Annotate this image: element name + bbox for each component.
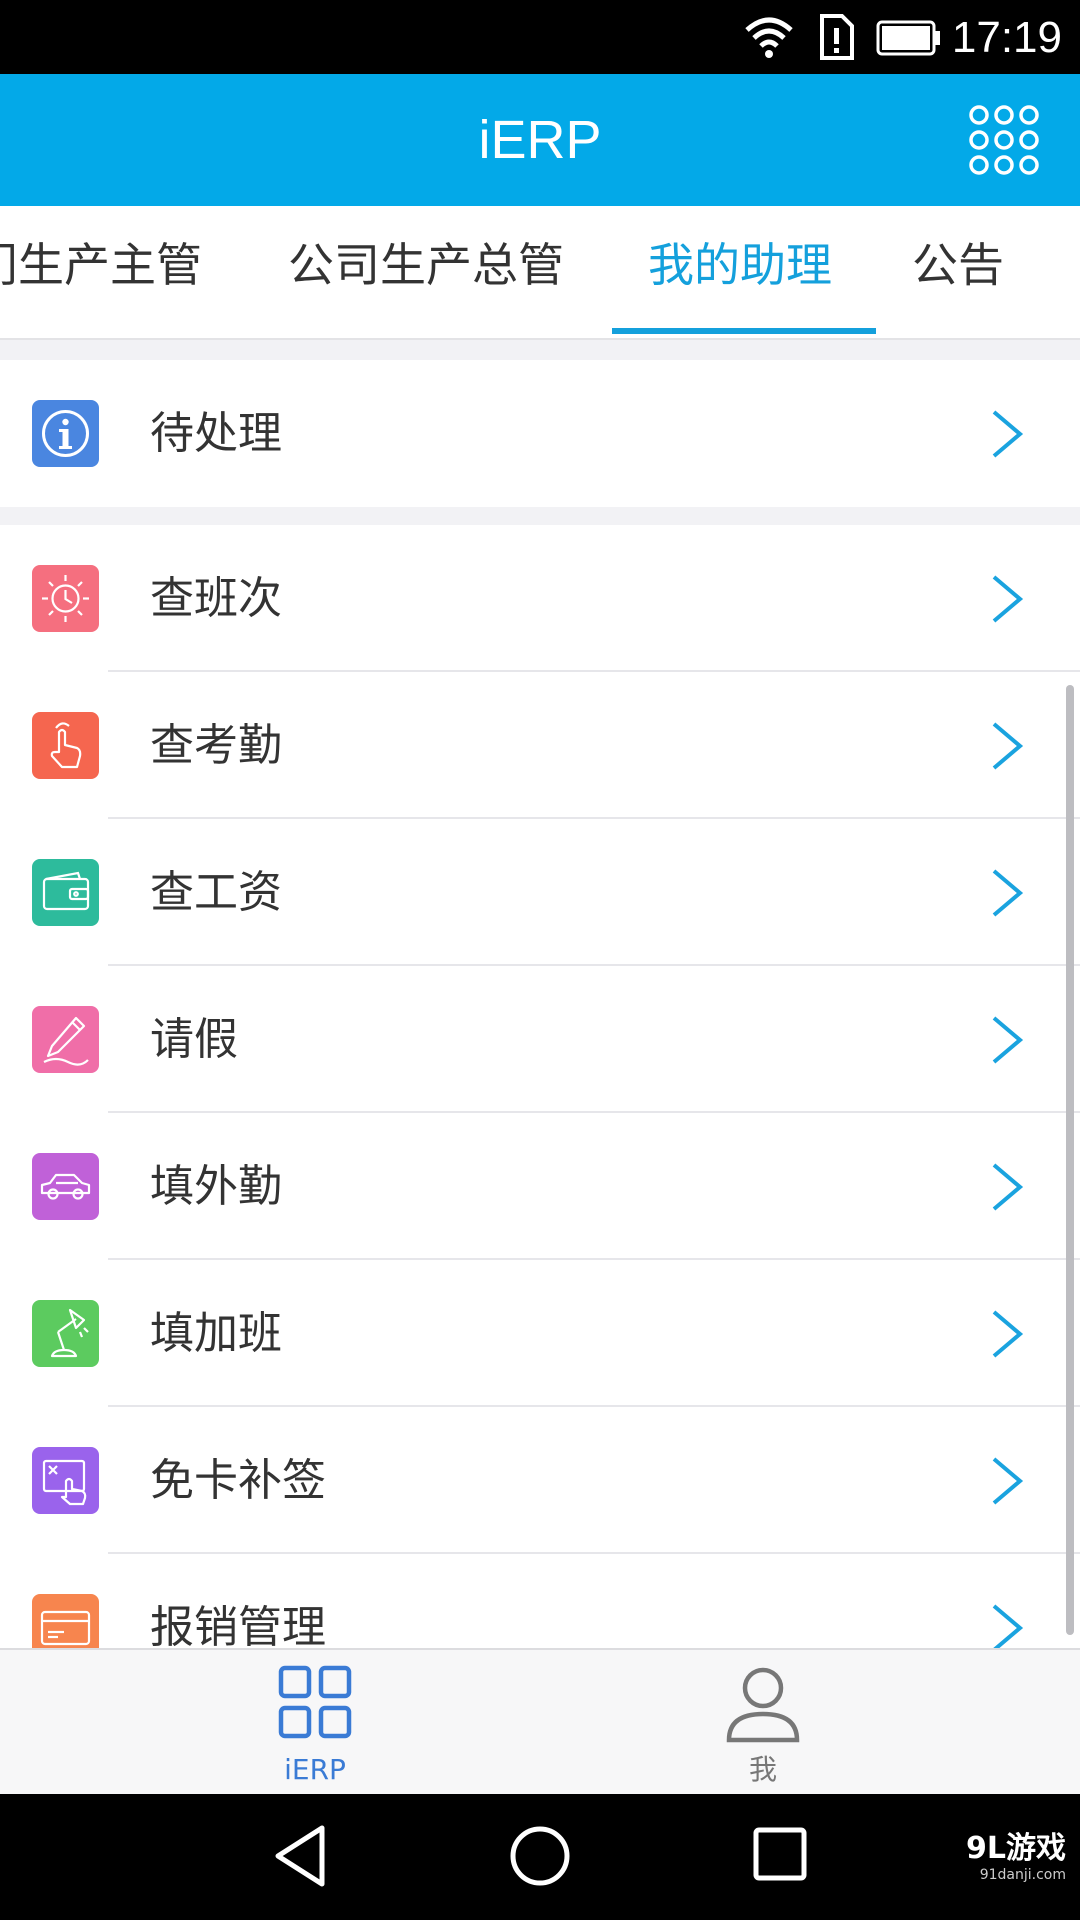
list-item-label: 待处理	[150, 408, 282, 459]
tab-my-assistant[interactable]: 我的助理	[648, 206, 832, 338]
info-icon	[32, 400, 99, 467]
tab-dept-production[interactable]: 门生产主管	[0, 206, 202, 338]
pending-section: 待处理	[0, 360, 1080, 507]
back-icon[interactable]	[272, 1824, 328, 1888]
grid-dots-icon	[969, 105, 1039, 175]
desk-lamp-icon	[32, 1300, 99, 1367]
home-icon[interactable]	[508, 1824, 572, 1888]
pen-icon	[32, 1006, 99, 1073]
person-icon	[726, 1667, 800, 1743]
list-item-label: 查工资	[150, 867, 282, 918]
list-item-shift[interactable]: 查班次	[0, 525, 1080, 672]
touch-hand-icon	[32, 712, 99, 779]
app-title: iERP	[478, 110, 602, 170]
chevron-right-icon	[992, 575, 1024, 623]
list-item-pending[interactable]: 待处理	[0, 360, 1080, 507]
card-tap-icon	[32, 1447, 99, 1514]
grid-menu-button[interactable]	[968, 104, 1040, 176]
nav-item-ierp[interactable]: iERP	[215, 1650, 415, 1796]
chevron-right-icon	[992, 1016, 1024, 1064]
chevron-right-icon	[992, 869, 1024, 917]
list-item-field-work[interactable]: 填外勤	[0, 1113, 1080, 1260]
list-scrollbar[interactable]	[1066, 685, 1074, 1635]
recents-icon[interactable]	[752, 1826, 808, 1882]
wallet-icon	[32, 859, 99, 926]
list-item-attendance[interactable]: 查考勤	[0, 672, 1080, 819]
apps-grid-icon	[278, 1665, 352, 1739]
list-item-overtime[interactable]: 填加班	[0, 1260, 1080, 1407]
tab-announcements[interactable]: 公告	[912, 206, 1004, 338]
list-item-expense[interactable]: 报销管理	[0, 1554, 1080, 1648]
nav-label: 我	[748, 1753, 777, 1786]
app-screen: 17:19 iERP 门生产主管 公司生产总管 我的助理 公告	[0, 0, 1080, 1920]
assistant-menu-list: 待处理 查班次 查考勤 查工资 请假 填外勤 填加班 免卡补签 报销管理	[0, 340, 1080, 1648]
sim-alert-icon	[820, 14, 854, 60]
list-item-label: 查班次	[150, 573, 282, 624]
tab-active-indicator	[612, 328, 876, 334]
list-item-label: 报销管理	[150, 1602, 326, 1648]
chevron-right-icon	[992, 722, 1024, 770]
tab-company-production[interactable]: 公司生产总管	[288, 206, 564, 338]
list-item-label: 免卡补签	[150, 1455, 326, 1506]
list-item-salary[interactable]: 查工资	[0, 819, 1080, 966]
nav-label: iERP	[284, 1753, 346, 1786]
battery-icon	[876, 20, 940, 56]
list-item-label: 请假	[150, 1014, 238, 1065]
watermark-url: 91danji.com	[979, 1867, 1066, 1883]
chevron-right-icon	[992, 1604, 1024, 1648]
chevron-right-icon	[992, 410, 1024, 458]
chevron-right-icon	[992, 1457, 1024, 1505]
nav-item-me[interactable]: 我	[663, 1650, 863, 1796]
credit-card-icon	[32, 1594, 99, 1648]
status-time: 17:19	[951, 13, 1062, 62]
bottom-navigation: iERP 我	[0, 1648, 1080, 1796]
watermark-logo: 9L游戏	[966, 1831, 1066, 1866]
sun-clock-icon	[32, 565, 99, 632]
list-item-label: 查考勤	[150, 720, 282, 771]
chevron-right-icon	[992, 1163, 1024, 1211]
list-item-label: 填加班	[150, 1308, 282, 1359]
menu-section: 查班次 查考勤 查工资 请假 填外勤 填加班 免卡补签 报销管理	[0, 525, 1080, 1648]
list-item-leave[interactable]: 请假	[0, 966, 1080, 1113]
app-header: iERP	[0, 74, 1080, 206]
chevron-right-icon	[992, 1310, 1024, 1358]
wifi-icon	[745, 17, 793, 58]
list-item-label: 填外勤	[150, 1161, 282, 1212]
list-item-card-free-sign[interactable]: 免卡补签	[0, 1407, 1080, 1554]
tab-bar: 门生产主管 公司生产总管 我的助理 公告	[0, 206, 1080, 340]
status-bar: 17:19	[0, 0, 1080, 74]
system-navigation-bar	[0, 1794, 1080, 1920]
car-icon	[32, 1153, 99, 1220]
